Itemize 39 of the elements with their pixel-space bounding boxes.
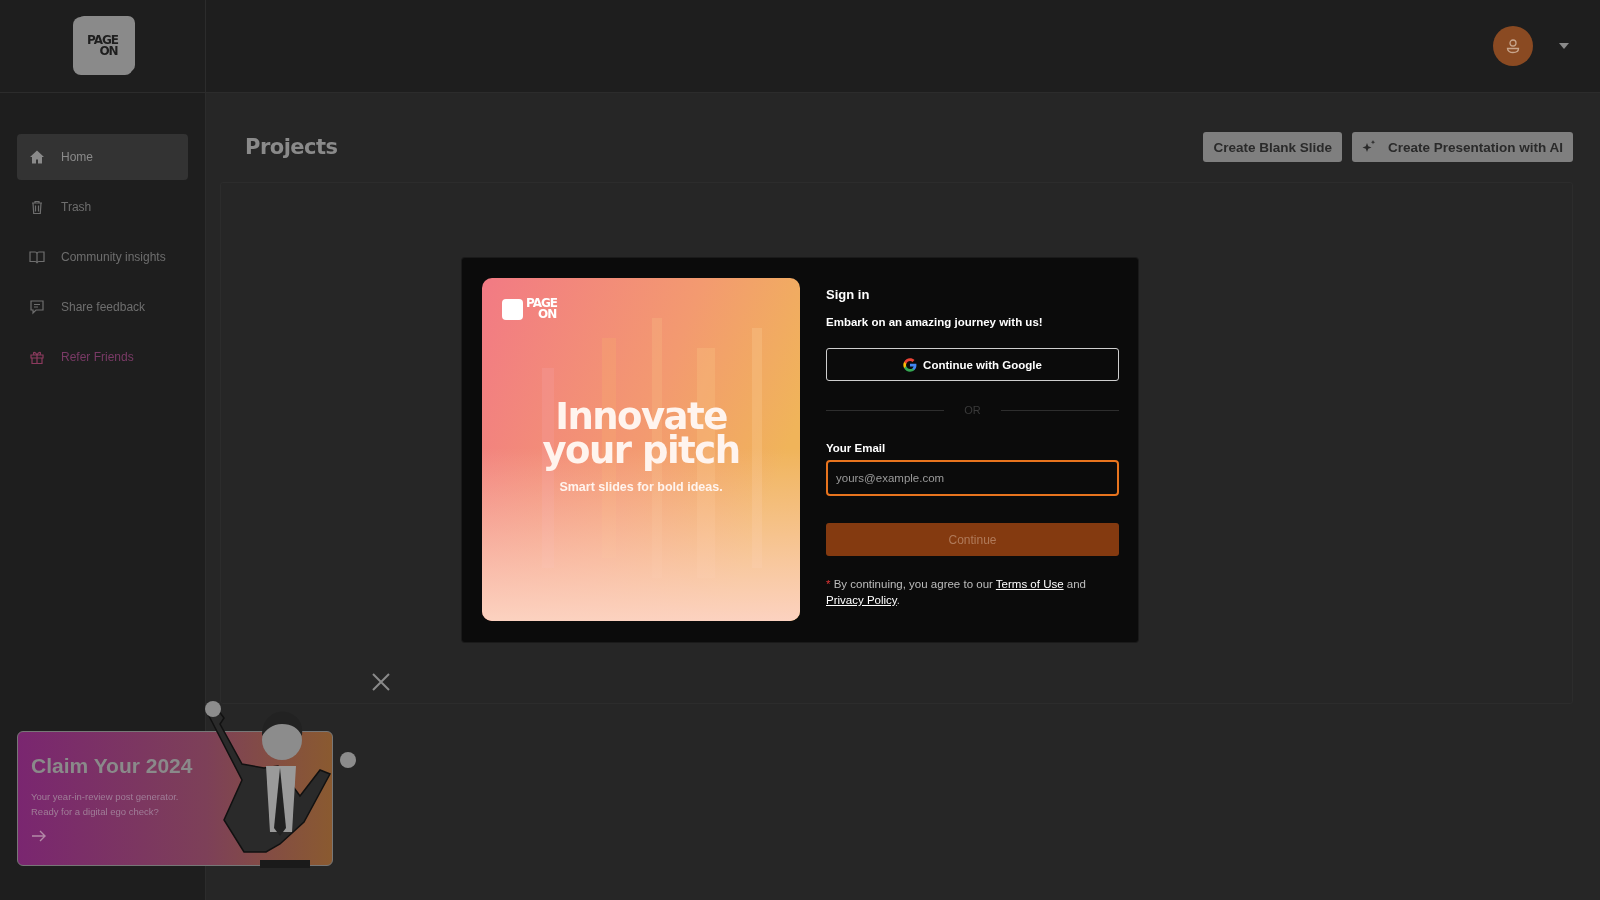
promo-title: Claim Your 2024: [31, 754, 193, 778]
arrow-icon[interactable]: [31, 830, 47, 842]
terms-link[interactable]: Terms of Use: [995, 578, 1064, 590]
field-label: Your Email: [826, 442, 886, 454]
dialog-title: Sign in: [826, 287, 870, 302]
dialog-subtitle: Embark on an amazing journey with us!: [826, 316, 1043, 328]
tagline: Smart slides for bold ideas.: [559, 480, 723, 494]
trash-icon: [29, 199, 45, 215]
nav-item[interactable]: Community insights: [17, 234, 188, 280]
legal-text: * By continuing, you agree to our Terms of Use and Privacy Policy.: [826, 577, 1087, 608]
logo-text: ON: [538, 309, 557, 320]
sparkle-icon: [1361, 140, 1376, 154]
chat-icon: [29, 299, 45, 315]
privacy-link[interactable]: Privacy Policy: [826, 594, 897, 606]
google-button[interactable]: Continue with Google: [826, 348, 1119, 381]
nav-item[interactable]: Share feedback: [17, 284, 188, 330]
promo-text: Your year-in-review post generator.: [31, 790, 179, 804]
app-logo[interactable]: PAGE ON: [72, 17, 133, 75]
user-icon: [1505, 38, 1521, 54]
caret-icon[interactable]: [1559, 43, 1569, 49]
promo-text: Ready for a digital ego check?: [31, 805, 159, 819]
logo-text: PAGE: [526, 298, 558, 309]
avatar-button[interactable]: [1493, 26, 1533, 66]
logo-text: ON: [98, 46, 118, 57]
book-icon: [29, 249, 45, 265]
create-button[interactable]: Create Blank Slide: [1203, 132, 1342, 162]
headline: Innovate: [555, 400, 727, 434]
nav-item[interactable]: Trash: [17, 184, 188, 230]
nav-item[interactable]: Refer Friends: [17, 334, 188, 380]
logo-icon: [502, 298, 523, 320]
nav-item[interactable]: Home: [17, 134, 188, 180]
gift-icon: [29, 349, 45, 365]
home-icon: [29, 149, 45, 165]
page-title: Projects: [244, 135, 338, 159]
create-button[interactable]: Create Presentation with AI: [1351, 132, 1573, 162]
email-field[interactable]: yours@example.com: [826, 460, 1119, 496]
logo-text: PAGE: [87, 35, 118, 46]
close-icon[interactable]: [371, 672, 391, 692]
google-icon: [903, 357, 918, 372]
